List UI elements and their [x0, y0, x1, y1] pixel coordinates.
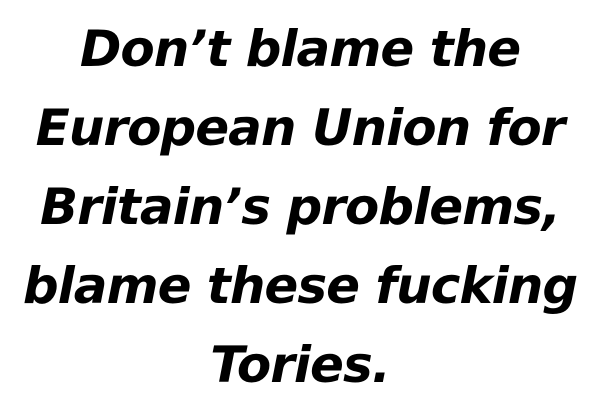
message-line-1: Don’t blame the: [79, 20, 521, 78]
text-poster: Don’t blame the European Union for Brita…: [0, 0, 600, 416]
message-line-2: European Union for: [35, 99, 566, 157]
message-line-4: blame these fucking: [22, 257, 578, 315]
message-line-5: Tories.: [210, 336, 390, 394]
message-line-3: Britain’s problems,: [40, 178, 561, 236]
